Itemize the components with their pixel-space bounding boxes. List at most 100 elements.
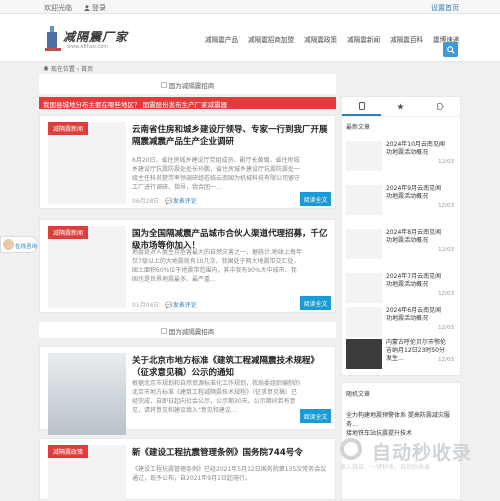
logo-building-icon: [45, 26, 61, 51]
breadcrumb-home[interactable]: 首页: [81, 66, 93, 73]
home-icon: [43, 65, 49, 71]
breadcrumb: 现在位置 › 首页: [43, 64, 93, 73]
sidebar-title: 最新文章: [346, 124, 371, 131]
sidebar-article[interactable]: 2024年10月云南见闻功地震活动概况 12/03: [346, 141, 458, 173]
article-excerpt: 6月20日，省住房城乡建设厅党组成员、副厅长黄璐，省住房城乡建设厅抗震防震处处长…: [132, 157, 301, 191]
sidebar-article-title[interactable]: 2024年6月云南见闻功地震活动概况: [386, 307, 446, 323]
sidebar-article-date: 12/03: [438, 357, 454, 363]
comment-icon: 💬: [165, 302, 173, 309]
article-title[interactable]: 关于北京市地方标准《建筑工程减隔震技术规程》（征求意见稿）公示的通知: [132, 355, 328, 379]
watermark: 自动秒收录 放入链接，一键秒收，自动秒收录: [340, 438, 490, 482]
sidebar-latest: 最新文章 2024年10月云南见闻功地震活动概况 12/03 2024年9月云南见…: [341, 96, 461, 376]
sidebar-thumb: [346, 141, 382, 171]
avatar: [3, 239, 14, 250]
category-badge[interactable]: 减隔震新闻: [48, 226, 89, 239]
sidebar-article-title[interactable]: 2024年7月云南见闻功地震活动概况: [386, 273, 446, 289]
article-title[interactable]: 云南省住房和城乡建设厅领导、专家一行到我厂开展隔震减震产品生产企业调研: [132, 124, 328, 148]
article-thumbnail[interactable]: [48, 353, 126, 435]
watermark-text: 自动秒收录: [372, 442, 473, 464]
search-button[interactable]: [443, 42, 458, 57]
top-banner[interactable]: 国为减隔震招商: [39, 74, 336, 94]
sidebar-thumb: [346, 307, 382, 337]
tab-hot[interactable]: [381, 97, 420, 116]
sidebar-article-date: 12/03: [438, 291, 454, 297]
logo-brand: 减隔震厂家: [63, 30, 129, 44]
sidebar-article[interactable]: 2024年7月云南见闻功地震活动概况 12/03: [346, 273, 458, 305]
tab-random[interactable]: [421, 97, 460, 116]
sidebar-article-title[interactable]: 2024年8月云南见闻功地震活动概况: [386, 229, 446, 245]
sidebar-article-title[interactable]: 2024年9月云南见闻功地震活动概况: [386, 185, 446, 201]
user-icon: [84, 5, 90, 11]
article-date: 06月28日: [132, 198, 160, 205]
article-thumbnail[interactable]: 减隔震政策: [48, 445, 126, 501]
comment-label: 发表评论: [172, 198, 197, 205]
comment-link[interactable]: 💬发表评论: [165, 300, 197, 309]
site-logo[interactable]: 减隔震厂家 www.e8hao.com: [43, 22, 133, 56]
comment-link[interactable]: 💬发表评论: [165, 196, 197, 205]
login-link[interactable]: 登录: [84, 3, 106, 13]
category-badge[interactable]: 减隔震新闻: [48, 122, 89, 135]
comment-icon: 💬: [165, 198, 173, 205]
watermark-logo-icon: [340, 438, 362, 460]
sidebar-thumb: [346, 339, 382, 369]
tab-latest[interactable]: [342, 97, 382, 116]
online-consult-widget[interactable]: 在线咨询: [0, 236, 38, 253]
article-card: 减隔震新闻 云南省住房和城乡建设厅领导、专家一行到我厂开展隔震减震产品生产企业调…: [39, 115, 336, 209]
article-thumbnail[interactable]: 减隔震新闻: [48, 226, 126, 308]
nav-item-news[interactable]: 减隔震新闻: [342, 34, 385, 44]
article-date: 01月04日: [132, 302, 160, 309]
broken-image-icon: [160, 82, 167, 88]
set-homepage-link[interactable]: 设置首页: [431, 3, 459, 13]
sidebar2-item[interactable]: 接地铁车站抗震提升技术: [346, 429, 456, 438]
sidebar2-item[interactable]: 全力构建地震预警体系 提高防震减灾服务...: [346, 411, 456, 429]
nav-item-wiki[interactable]: 减隔震百科: [385, 34, 428, 44]
sidebar-article-title[interactable]: 2024年10月云南见闻功地震活动概况: [386, 141, 446, 157]
sidebar-thumb: [346, 185, 382, 215]
notice-bar[interactable]: 我国县城地分布主要在哪些地区？ 国震股份发布生产厂家减震器: [39, 97, 336, 109]
article-thumbnail[interactable]: 减隔震新闻: [48, 122, 126, 204]
top-bar: 欢迎光临 登录 设置首页: [0, 0, 500, 14]
middle-banner[interactable]: 国为减隔震招商: [39, 322, 336, 338]
read-more-button[interactable]: 阅读全文: [300, 296, 331, 310]
star-icon: [397, 103, 405, 110]
sidebar-article-date: 12/03: [438, 325, 454, 331]
comment-label: 发表评论: [172, 302, 197, 309]
article-card: 减隔震新闻 国为全国隔减震产品城市合伙人渠道代理招募，千亿级市场等你加入！ 地震…: [39, 219, 336, 313]
sidebar-article[interactable]: 2024年6月云南见闻功地震活动概况 12/03: [346, 307, 458, 339]
sidebar-article[interactable]: 2024年9月云南见闻功地震活动概况 12/03: [346, 185, 458, 217]
sidebar-article[interactable]: 内蒙古呼伦贝尔市鄂伦吉纳月12日23时50分发生... 12/03: [346, 339, 458, 371]
broken-image-icon: [160, 328, 167, 334]
article-meta: 01月04日 💬发表评论: [132, 300, 197, 309]
sidebar-article-date: 12/03: [438, 203, 454, 209]
nav-item-franchise[interactable]: 减隔震招商加盟: [243, 34, 299, 44]
watermark-subtext: 放入链接，一键秒收，自动秒收录: [340, 464, 431, 471]
banner-alt: 国为减隔震招商: [168, 82, 215, 90]
header: 减隔震厂家 www.e8hao.com 减隔震产品 减隔震招商加盟 减隔震政策 …: [0, 14, 500, 62]
sidebar-article-date: 12/03: [438, 247, 454, 253]
tag-icon: [437, 103, 444, 110]
read-more-button[interactable]: 阅读全文: [300, 192, 331, 206]
sidebar-article-title[interactable]: 内蒙古呼伦贝尔市鄂伦吉纳月12日23时50分发生...: [386, 339, 446, 363]
sidebar2-title: 随机文章: [346, 391, 371, 398]
nav-item-policy[interactable]: 减隔震政策: [299, 34, 342, 44]
article-excerpt: 根据北京市规划和自然资源标准化工作规划，我局委组织编制的北京市地方标准《建筑工程…: [132, 380, 301, 414]
logo-url: www.e8hao.com: [67, 44, 109, 50]
article-title[interactable]: 新《建设工程抗震管理条例》国务院744号令: [132, 447, 328, 459]
article-card: 减隔震政策 新《建设工程抗震管理条例》国务院744号令 《建设工程抗震管理条例》…: [39, 438, 336, 501]
sidebar-thumb: [346, 273, 382, 303]
article-excerpt: 《建设工程抗震管理条例》已经2021年5月12日国务院第135次常务会议通过，现…: [132, 466, 327, 482]
sidebar-thumb: [346, 229, 382, 259]
sidebar-article-date: 12/03: [438, 159, 454, 165]
main-nav: 减隔震产品 减隔震招商加盟 减隔震政策 减隔震新闻 减隔震百科 震博速递: [200, 34, 464, 44]
read-more-button[interactable]: 阅读全文: [300, 409, 331, 423]
category-badge[interactable]: 减隔震政策: [48, 445, 89, 458]
welcome-text: 欢迎光临: [44, 4, 72, 12]
sidebar-article[interactable]: 2024年8月云南见闻功地震活动概况 12/03: [346, 229, 458, 261]
login-label: 登录: [92, 4, 106, 12]
article-excerpt: 地震是对人类生存危害最大的自然灾害之一，据统计,地球上每年仅7级以上的大地震就有…: [132, 249, 302, 283]
phone-icon: [358, 101, 365, 110]
sidebar-tabs: [342, 97, 460, 117]
article-meta: 06月28日 💬发表评论: [132, 196, 197, 205]
nav-item-products[interactable]: 减隔震产品: [200, 34, 243, 44]
article-card: 关于北京市地方标准《建筑工程减隔震技术规程》（征求意见稿）公示的通知 根据北京市…: [39, 346, 336, 435]
